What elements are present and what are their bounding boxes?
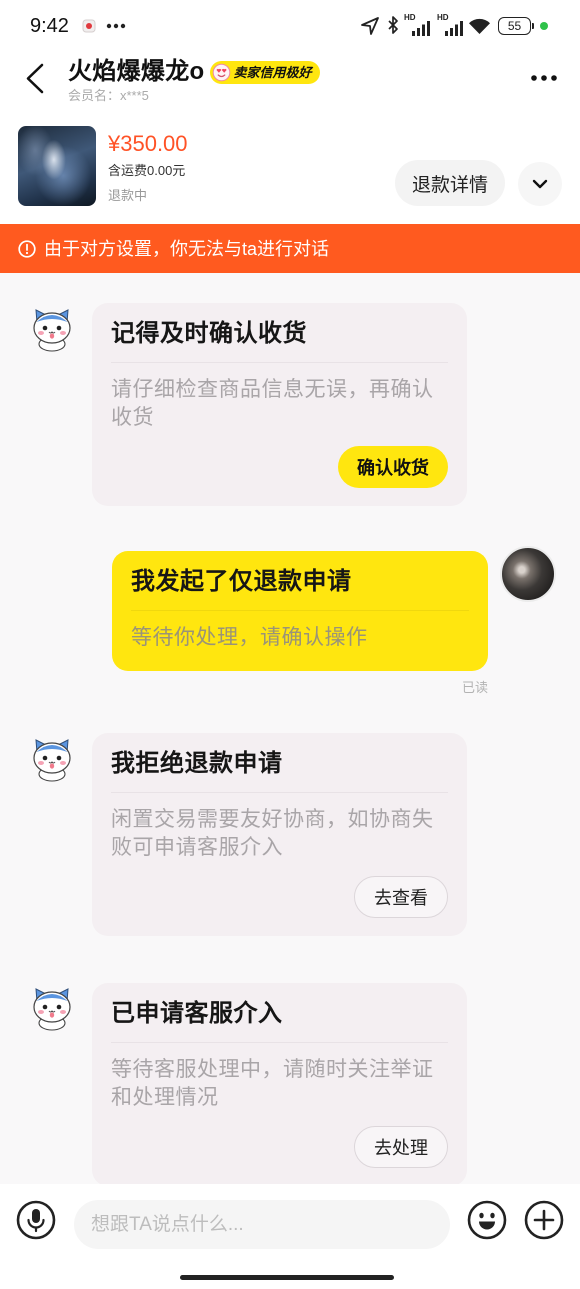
expand-button[interactable] [518,162,562,206]
handle-button[interactable]: 去处理 [354,1126,448,1168]
seller-avatar[interactable] [29,983,75,1031]
seller-avatar[interactable] [29,304,75,352]
location-arrow-icon [361,17,379,35]
credit-badge[interactable]: 卖家信用极好 [210,60,321,84]
wifi-icon [469,18,490,34]
message-title: 已申请客服介入 [111,1000,283,1027]
notice-text: 由于对方设置，你无法与ta进行对话 [44,238,330,259]
message-body: 等待你处理，请确认操作 [131,626,368,649]
divider [131,610,469,611]
notice-banner: 由于对方设置，你无法与ta进行对话 [0,224,580,273]
signal-icon: HD [404,14,431,36]
bluetooth-icon [388,16,398,34]
divider [111,792,448,793]
message-body: 请仔细检查商品信息无误，再确认收货 [111,378,434,429]
more-dots-icon [531,75,557,81]
app-notification-icon [82,19,96,33]
microphone-icon[interactable] [16,1200,56,1240]
view-button[interactable]: 去查看 [354,876,448,918]
seller-name[interactable]: 火焰爆爆龙o [68,56,204,88]
divider [111,362,448,363]
message-card: 已申请客服介入 等待客服处理中，请随时关注举证和处理情况 去处理 [92,983,467,1186]
smile-icon[interactable] [467,1200,507,1240]
message-input[interactable] [74,1200,450,1249]
status-time: 9:42 [30,15,69,37]
refund-detail-button[interactable]: 退款详情 [395,160,505,206]
message-title: 我拒绝退款申请 [111,750,283,777]
shipping-fee: 含运费0.00元 [108,163,186,178]
divider [111,1042,448,1043]
credit-badge-label: 卖家信用极好 [233,64,312,80]
info-circle-icon [18,239,36,258]
signal-icon: HD [437,14,464,36]
title-row: 火焰爆爆龙o 卖家信用极好 [68,56,321,88]
message-body: 闲置交易需要友好协商，如协商失败可申请客服介入 [111,808,434,859]
chevron-down-icon [532,179,548,189]
more-dots-icon [106,23,126,29]
my-avatar[interactable] [500,546,556,602]
battery-icon: 55 [498,17,534,35]
status-bar: 9:42 HD HD 55 [0,0,580,50]
product-thumbnail[interactable] [18,126,96,206]
seller-avatar[interactable] [29,734,75,782]
charging-dot-icon [540,22,548,30]
message-card: 我拒绝退款申请 闲置交易需要友好协商，如协商失败可申请客服介入 去查看 [92,733,467,936]
order-status: 退款中 [108,188,148,203]
battery-level: 55 [507,19,522,33]
chevron-left-icon [26,63,44,94]
message-title: 记得及时确认收货 [111,320,307,347]
back-button[interactable] [18,58,54,98]
plus-icon[interactable] [524,1200,564,1240]
message-body: 等待客服处理中，请随时关注举证和处理情况 [111,1058,434,1109]
read-status: 已读 [461,680,488,695]
message-title: 我发起了仅退款申请 [131,568,352,595]
heart-eyes-face-icon [213,63,231,81]
message-card: 记得及时确认收货 请仔细检查商品信息无误，再确认收货 确认收货 [92,303,467,506]
input-bar [0,1184,580,1289]
member-id: 会员名：x***5 [68,88,149,103]
message-card: 我发起了仅退款申请 等待你处理，请确认操作 [112,551,488,671]
confirm-receipt-button[interactable]: 确认收货 [338,446,448,488]
product-price: ¥350.00 [108,131,188,156]
more-button[interactable] [524,64,564,92]
home-indicator[interactable] [180,1275,394,1280]
